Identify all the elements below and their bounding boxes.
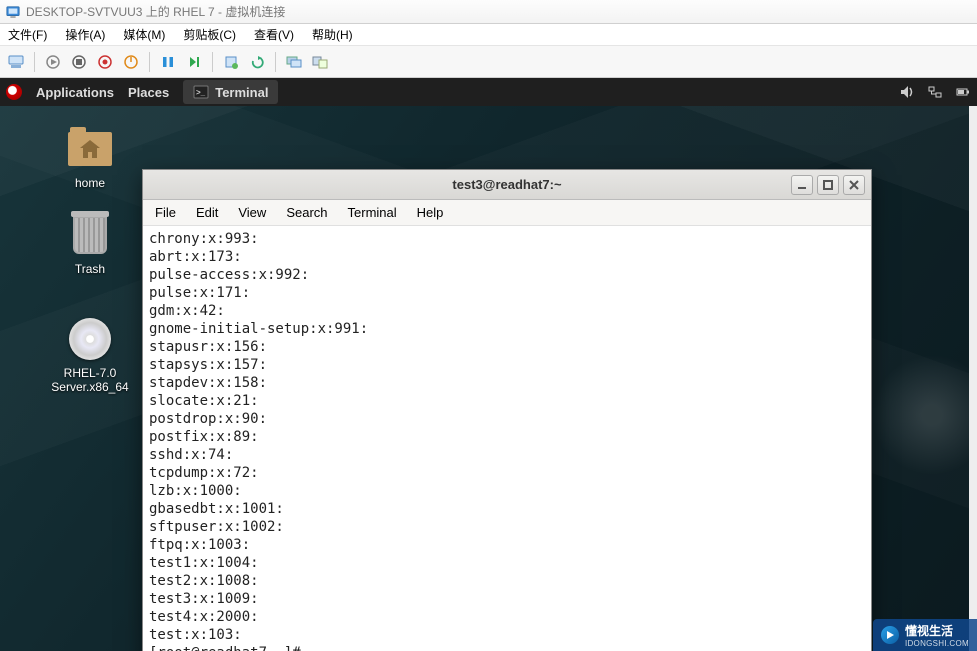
terminal-icon: >_ [193,84,209,100]
pause-button[interactable] [158,52,178,72]
terminal-window: test3@readhat7:~ File Edit View Search T… [142,169,872,651]
start-button[interactable] [43,52,63,72]
shutdown-button[interactable] [95,52,115,72]
desktop[interactable]: home Trash RHEL-7.0 Server.x86_64 test3@… [0,106,977,651]
host-window-title: DESKTOP-SVTVUU3 上的 RHEL 7 - 虚拟机连接 [26,3,285,20]
watermark-brand: 懂视生活 [905,622,969,639]
vm-icon [6,5,20,19]
volume-icon[interactable] [899,84,915,100]
checkpoint-button[interactable] [221,52,241,72]
desktop-icon-disc[interactable]: RHEL-7.0 Server.x86_64 [30,318,150,394]
battery-icon[interactable] [955,84,971,100]
desktop-icon-label: Trash [30,262,150,276]
places-menu[interactable]: Places [128,85,169,100]
folder-icon [68,132,112,166]
host-menu-media[interactable]: 媒体(M) [123,26,165,43]
host-toolbar [0,46,977,78]
revert-button[interactable] [247,52,267,72]
share-button[interactable] [310,52,330,72]
term-menu-view[interactable]: View [238,205,266,220]
desktop-icon-home[interactable]: home [30,128,150,190]
terminal-title: test3@readhat7:~ [452,177,561,192]
reset-button[interactable] [184,52,204,72]
terminal-output[interactable]: chrony:x:993: abrt:x:173: pulse-access:x… [143,226,871,651]
watermark-domain: IDONGSHI.COM [905,639,969,648]
desktop-icon-label: home [30,176,150,190]
host-titlebar: DESKTOP-SVTVUU3 上的 RHEL 7 - 虚拟机连接 [0,0,977,24]
desktop-icon-trash[interactable]: Trash [30,214,150,276]
turn-off-button[interactable] [69,52,89,72]
maximize-button[interactable] [817,175,839,195]
host-menubar: 文件(F) 操作(A) 媒体(M) 剪贴板(C) 查看(V) 帮助(H) [0,24,977,46]
save-state-button[interactable] [121,52,141,72]
terminal-titlebar[interactable]: test3@readhat7:~ [143,170,871,200]
desktop-icon-label: RHEL-7.0 Server.x86_64 [30,366,150,394]
term-menu-help[interactable]: Help [417,205,444,220]
active-window-indicator[interactable]: >_ Terminal [183,80,278,104]
enhanced-session-button[interactable] [284,52,304,72]
watermark: 懂视生活 IDONGSHI.COM [873,619,977,651]
host-menu-view[interactable]: 查看(V) [254,26,294,43]
host-menu-clipboard[interactable]: 剪贴板(C) [183,26,236,43]
term-menu-edit[interactable]: Edit [196,205,218,220]
host-menu-action[interactable]: 操作(A) [65,26,105,43]
applications-menu[interactable]: Applications [36,85,114,100]
network-icon[interactable] [927,84,943,100]
terminal-menubar: File Edit View Search Terminal Help [143,200,871,226]
host-menu-file[interactable]: 文件(F) [8,26,47,43]
gnome-top-panel: Applications Places >_ Terminal [0,78,977,106]
term-menu-terminal[interactable]: Terminal [348,205,397,220]
svg-text:>_: >_ [196,88,206,97]
close-button[interactable] [843,175,865,195]
ctrl-alt-del-button[interactable] [6,52,26,72]
term-menu-file[interactable]: File [155,205,176,220]
host-menu-help[interactable]: 帮助(H) [312,26,353,43]
trash-icon [73,216,107,254]
disc-icon [69,318,111,360]
rhel-logo-icon [6,84,22,100]
watermark-logo-icon [881,626,899,644]
minimize-button[interactable] [791,175,813,195]
guest-scrollbar[interactable] [969,106,977,651]
term-menu-search[interactable]: Search [286,205,327,220]
